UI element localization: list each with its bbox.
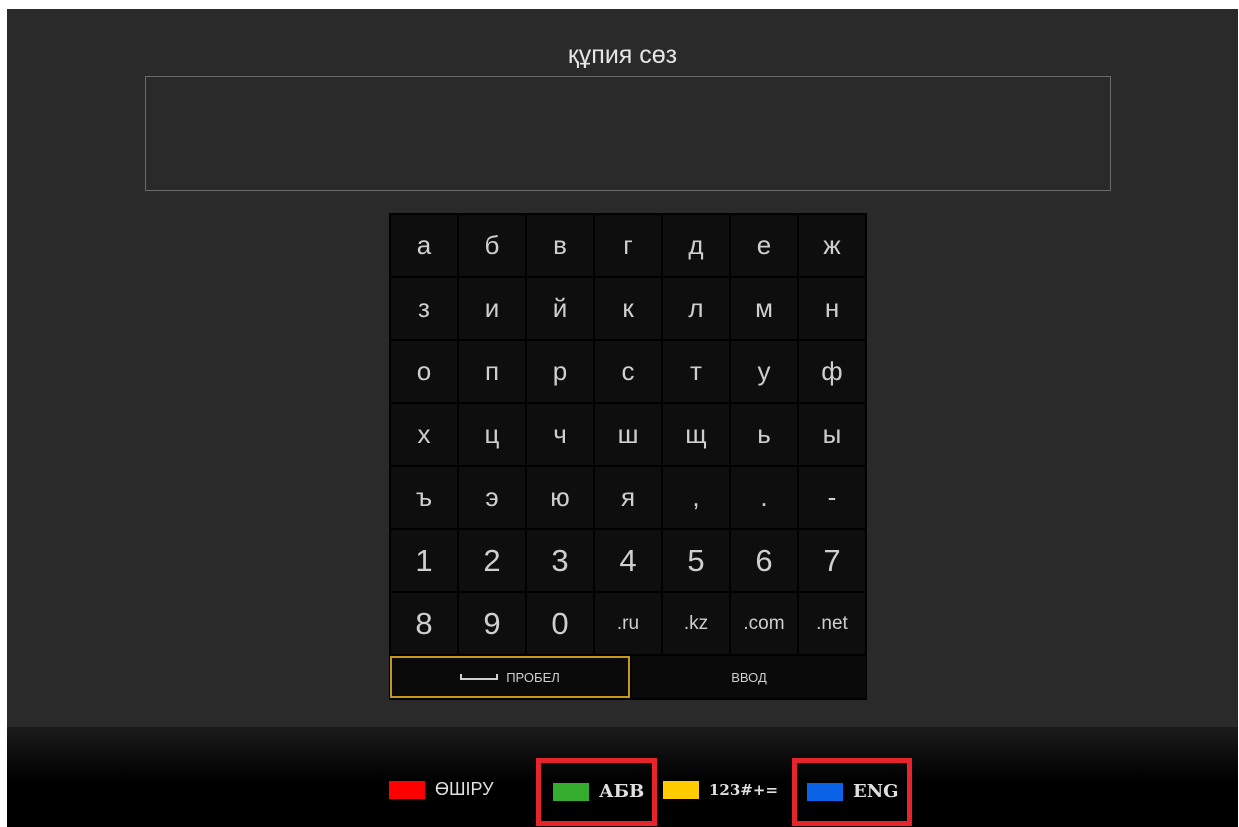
- keyboard-key[interactable]: .: [731, 467, 797, 528]
- color-button-legend: ӨШІРУ АБВ 123#+= ENG: [7, 727, 1238, 827]
- keyboard-key[interactable]: в: [527, 215, 593, 276]
- keyboard-key[interactable]: 6: [731, 530, 797, 591]
- keyboard-key[interactable]: 3: [527, 530, 593, 591]
- password-input[interactable]: [145, 76, 1111, 191]
- red-key-icon: [389, 780, 425, 799]
- keyboard-key[interactable]: ц: [459, 404, 525, 465]
- keyboard-key[interactable]: б: [459, 215, 525, 276]
- keyboard-key[interactable]: х: [391, 404, 457, 465]
- keyboard-key[interactable]: н: [799, 278, 865, 339]
- keyboard-key[interactable]: ь: [731, 404, 797, 465]
- keyboard-key[interactable]: 8: [391, 593, 457, 654]
- keyboard-key[interactable]: и: [459, 278, 525, 339]
- keyboard-key[interactable]: ю: [527, 467, 593, 528]
- keyboard-key[interactable]: а: [391, 215, 457, 276]
- keyboard-key[interactable]: .com: [731, 593, 797, 654]
- keyboard-key[interactable]: ф: [799, 341, 865, 402]
- keyboard-key[interactable]: 9: [459, 593, 525, 654]
- keyboard-key[interactable]: 4: [595, 530, 661, 591]
- enter-key-label: ВВОД: [731, 669, 767, 685]
- keyboard-key[interactable]: у: [731, 341, 797, 402]
- keyboard-key[interactable]: д: [663, 215, 729, 276]
- keyboard-key[interactable]: л: [663, 278, 729, 339]
- keyboard-key[interactable]: р: [527, 341, 593, 402]
- keyboard-key[interactable]: ч: [527, 404, 593, 465]
- page-title: құпия сөз: [567, 41, 678, 69]
- delete-button[interactable]: ӨШІРУ: [389, 779, 494, 800]
- keyboard-key[interactable]: й: [527, 278, 593, 339]
- keyboard-key[interactable]: .ru: [595, 593, 661, 654]
- delete-label: ӨШІРУ: [435, 779, 494, 799]
- keyboard-key[interactable]: я: [595, 467, 661, 528]
- keyboard-key[interactable]: -: [799, 467, 865, 528]
- keyboard-key[interactable]: 0: [527, 593, 593, 654]
- keyboard-key[interactable]: ы: [799, 404, 865, 465]
- keyboard-row: ъэюя,.-: [389, 465, 867, 528]
- keyboard-key[interactable]: т: [663, 341, 729, 402]
- keyboard-row: абвгдеж: [389, 213, 867, 276]
- eng-highlight-frame: [792, 758, 912, 826]
- keyboard-key[interactable]: 7: [799, 530, 865, 591]
- keyboard-row: опрстуф: [389, 339, 867, 402]
- keyboard-key[interactable]: з: [391, 278, 457, 339]
- keyboard-key[interactable]: ,: [663, 467, 729, 528]
- keyboard-key[interactable]: о: [391, 341, 457, 402]
- keyboard-key[interactable]: 5: [663, 530, 729, 591]
- keyboard-key[interactable]: п: [459, 341, 525, 402]
- space-bar-icon: [460, 674, 499, 680]
- keyboard-key[interactable]: 1: [391, 530, 457, 591]
- space-key[interactable]: ПРОБЕЛ: [390, 656, 630, 698]
- keyboard-row: хцчшщьы: [389, 402, 867, 465]
- on-screen-keyboard: абвгдежзийклмнопрстуфхцчшщьыъэюя,.-12345…: [389, 213, 867, 700]
- keyboard-key[interactable]: 2: [459, 530, 525, 591]
- keyboard-key[interactable]: е: [731, 215, 797, 276]
- keyboard-key[interactable]: .net: [799, 593, 865, 654]
- keyboard-key[interactable]: э: [459, 467, 525, 528]
- enter-key[interactable]: ВВОД: [632, 656, 866, 698]
- keyboard-key[interactable]: к: [595, 278, 661, 339]
- space-key-label: ПРОБЕЛ: [506, 669, 560, 685]
- keyboard-key[interactable]: .kz: [663, 593, 729, 654]
- keyboard-key[interactable]: щ: [663, 404, 729, 465]
- symbols-layout-button[interactable]: 123#+=: [663, 781, 778, 799]
- keyboard-key[interactable]: г: [595, 215, 661, 276]
- symbols-label: 123#+=: [709, 781, 779, 799]
- keyboard-row: 8 9 0 .ru .kz .com .net: [389, 591, 867, 654]
- keyboard-row: зийклмн: [389, 276, 867, 339]
- keyboard-key[interactable]: ш: [595, 404, 661, 465]
- keyboard-key[interactable]: м: [731, 278, 797, 339]
- keyboard-key[interactable]: ж: [799, 215, 865, 276]
- abv-highlight-frame: [536, 758, 657, 826]
- keyboard-key[interactable]: ъ: [391, 467, 457, 528]
- keyboard-row: 1234567: [389, 528, 867, 591]
- yellow-key-icon: [663, 781, 699, 799]
- tv-screen: құпия сөз абвгдежзийклмнопрстуфхцчшщьыъэ…: [7, 9, 1238, 827]
- keyboard-key[interactable]: с: [595, 341, 661, 402]
